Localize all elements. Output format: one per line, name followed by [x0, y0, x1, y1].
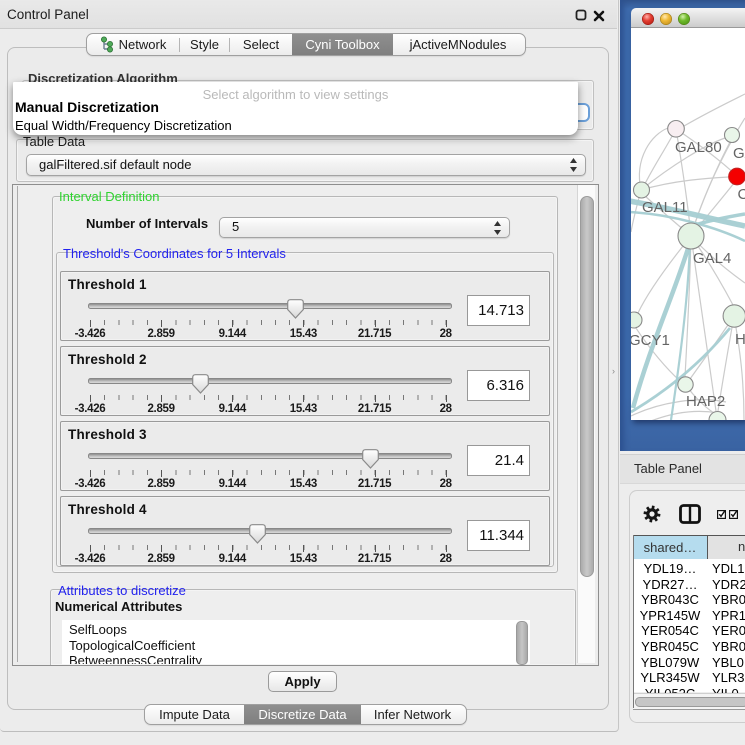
- svg-text:GCY1: GCY1: [631, 332, 670, 349]
- svg-text:HAP2: HAP2: [686, 393, 725, 410]
- svg-text:H: H: [735, 331, 745, 348]
- svg-text:GAL11: GAL11: [642, 199, 688, 216]
- svg-text:GA: GA: [733, 145, 745, 162]
- svg-text:GAL4: GAL4: [693, 250, 731, 267]
- svg-text:C: C: [738, 186, 745, 203]
- svg-text:GAL80: GAL80: [675, 139, 722, 156]
